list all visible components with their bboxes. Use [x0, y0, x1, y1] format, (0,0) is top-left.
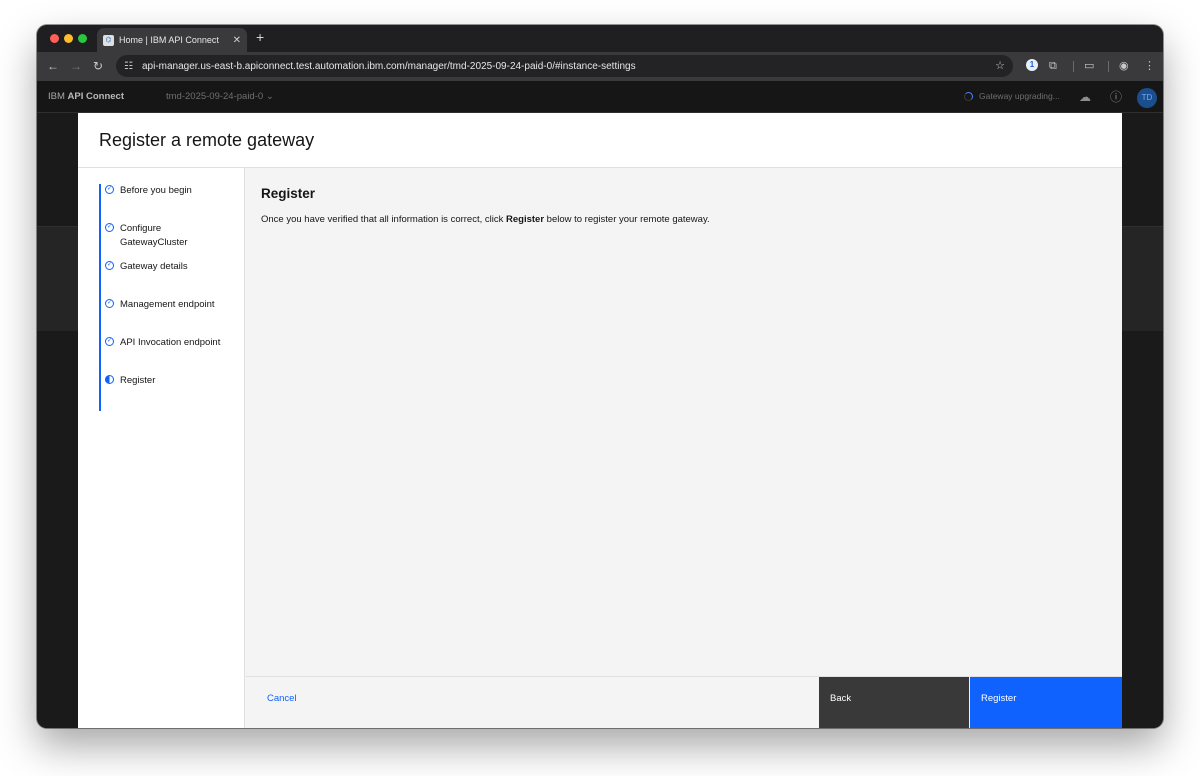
forward-arrow-icon[interactable]: →: [70, 58, 82, 74]
menu-kebab-icon[interactable]: ⋮: [1144, 59, 1155, 73]
maximize-window-button[interactable]: [78, 34, 87, 43]
browser-toolbar: ← → ↻ ☷ api-manager.us-east-b.apiconnect…: [37, 52, 1163, 81]
register-button[interactable]: Register: [970, 677, 1122, 728]
new-tab-icon[interactable]: +: [256, 30, 264, 44]
step-label: API Invocation endpoint: [120, 337, 221, 348]
step-api-invocation-endpoint[interactable]: ✓ API Invocation endpoint: [105, 336, 240, 350]
cancel-button[interactable]: Cancel: [267, 693, 297, 704]
profile-icon[interactable]: ◉: [1119, 59, 1129, 73]
step-configure-gatewaycluster[interactable]: ✓ Configure GatewayCluster: [105, 222, 200, 249]
api-connect-icon: ⌬: [103, 34, 114, 46]
site-info-icon[interactable]: ☷: [124, 61, 133, 72]
step-register[interactable]: Register: [105, 374, 240, 388]
brand-name: API Connect: [67, 91, 125, 102]
extensions-icon[interactable]: ⧉: [1049, 59, 1057, 73]
progress-indicator: ✓ Before you begin ✓ Configure GatewayCl…: [78, 168, 245, 728]
cast-icon[interactable]: ▭: [1084, 59, 1094, 73]
tab-strip: ⌬ Home | IBM API Connect ✕ +: [37, 25, 1163, 52]
step-description: Once you have verified that all informat…: [261, 214, 710, 225]
loading-spinner-icon: [964, 91, 973, 101]
step-label: Register: [120, 375, 156, 386]
browser-window: ⌬ Home | IBM API Connect ✕ + ← → ↻ ☷ api…: [37, 25, 1163, 728]
step-management-endpoint[interactable]: ✓ Management endpoint: [105, 298, 240, 312]
url-text: api-manager.us-east-b.apiconnect.test.au…: [141, 60, 636, 72]
step-heading: Register: [261, 186, 316, 201]
step-before-you-begin[interactable]: ✓ Before you begin: [105, 184, 240, 198]
checkmark-icon: ✓: [105, 337, 114, 346]
step-label: Management endpoint: [120, 299, 215, 310]
app-header: IBM API Connect tmd-2025-09-24-paid-0 ⌄ …: [37, 81, 1163, 113]
half-circle-icon: [105, 375, 114, 384]
back-button[interactable]: Back: [819, 677, 969, 728]
step-gateway-details[interactable]: ✓ Gateway details: [105, 260, 240, 274]
modal-title: Register a remote gateway: [99, 130, 315, 150]
reload-icon[interactable]: ↻: [93, 58, 103, 74]
browser-tab[interactable]: ⌬ Home | IBM API Connect ✕: [97, 28, 247, 52]
minimize-window-button[interactable]: [64, 34, 73, 43]
register-gateway-modal: Register a remote gateway ✓ Before you b…: [78, 113, 1122, 728]
modal-header: Register a remote gateway: [78, 113, 1122, 168]
description-text-end: below to register your remote gateway.: [544, 214, 710, 225]
brand-prefix: IBM: [48, 91, 68, 102]
checkmark-icon: ✓: [105, 185, 114, 194]
close-tab-icon[interactable]: ✕: [233, 35, 241, 46]
avatar[interactable]: TD: [1137, 88, 1157, 108]
tab-title: Home | IBM API Connect: [119, 35, 219, 45]
status-text: Gateway upgrading...: [979, 91, 1060, 101]
toolbar-divider: [1073, 61, 1074, 72]
back-arrow-icon[interactable]: ←: [47, 58, 59, 74]
step-label: Gateway details: [120, 261, 188, 272]
step-label: Before you begin: [120, 185, 192, 196]
step-content: Register Once you have verified that all…: [246, 168, 1122, 676]
cloud-icon[interactable]: ☁: [1079, 90, 1091, 104]
bookmark-star-icon[interactable]: ☆: [995, 59, 1005, 72]
instance-switcher[interactable]: tmd-2025-09-24-paid-0 ⌄: [166, 91, 274, 102]
description-text: Once you have verified that all informat…: [261, 214, 506, 225]
progress-line: [99, 184, 101, 411]
brand-logo-text[interactable]: IBM API Connect: [48, 91, 124, 102]
description-bold-text: Register: [506, 214, 545, 225]
step-label: Configure GatewayCluster: [120, 223, 188, 248]
checkmark-icon: ✓: [105, 261, 114, 270]
toolbar-divider: [1108, 61, 1109, 72]
checkmark-icon: ✓: [105, 223, 114, 232]
close-window-button[interactable]: [50, 34, 59, 43]
instance-name: tmd-2025-09-24-paid-0: [166, 91, 264, 102]
address-bar[interactable]: ☷ api-manager.us-east-b.apiconnect.test.…: [116, 55, 1013, 77]
help-icon[interactable]: ⓘ: [1110, 90, 1122, 104]
modal-footer: Cancel Back Register: [246, 676, 1122, 728]
gateway-status: Gateway upgrading...: [964, 91, 1060, 101]
password-manager-icon[interactable]: 1: [1026, 59, 1038, 71]
chevron-down-icon: ⌄: [265, 91, 274, 102]
checkmark-icon: ✓: [105, 299, 114, 308]
